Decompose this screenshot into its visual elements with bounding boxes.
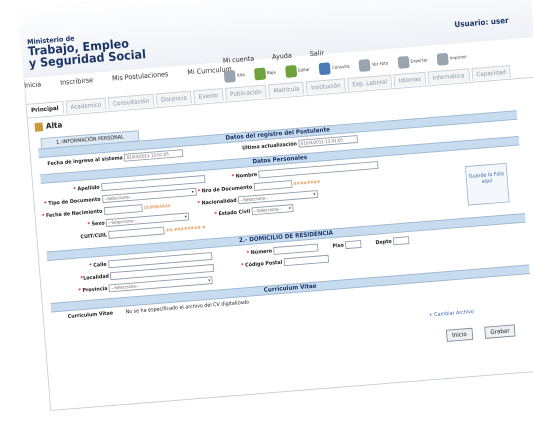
apellido-label: Apellido: [77, 184, 100, 193]
tool-alta[interactable]: Alta: [223, 69, 246, 83]
tipo-doc-label: Tipo de Documento: [47, 196, 101, 207]
print-icon: [436, 52, 449, 66]
delete-icon: [253, 67, 266, 81]
photo-icon: [358, 59, 371, 72]
nacionalidad-label: Nacionalidad: [201, 197, 237, 207]
cambiar-archivo-link[interactable]: + Cambiar Archivo: [429, 309, 475, 319]
nombre-label: Nombre: [235, 171, 258, 180]
actualizacion-field: 01/03/2011 13:01:05: [298, 135, 358, 148]
cuit-hint: ##-########-#: [165, 225, 206, 234]
export-icon: [397, 55, 410, 69]
tool-consulta[interactable]: Consulta: [318, 61, 350, 76]
numero-label: Número: [250, 248, 273, 256]
ingreso-label: Fecha de ingreso al sistema: [47, 154, 123, 167]
inicio-button[interactable]: Inicio: [445, 327, 473, 342]
codigo-postal-input[interactable]: [283, 254, 329, 267]
edit-icon: [284, 65, 297, 78]
app-window: Ministerio de Trabajo, Empleo y Segurida…: [18, 0, 533, 411]
menu-ayuda[interactable]: Ayuda: [272, 52, 292, 61]
menu-inscribirse[interactable]: Inscribirse: [60, 76, 93, 86]
nacionalidad-select[interactable]: --Seleccione--: [237, 190, 319, 205]
cuit-input[interactable]: [108, 226, 165, 239]
fecha-nac-input[interactable]: [103, 204, 143, 216]
add-icon: [223, 69, 236, 83]
tool-imprimir[interactable]: Imprimir: [436, 51, 468, 66]
cuit-label: CUIT/CUIL: [80, 232, 108, 241]
piso-label: Piso: [332, 242, 345, 250]
numero-input[interactable]: [273, 243, 319, 255]
nro-doc-label: Nro de Documento: [201, 184, 253, 195]
codigo-postal-label: Código Postal: [244, 259, 283, 269]
tool-baja[interactable]: Baja: [253, 67, 276, 81]
ingreso-field: 01/03/2011 13:01:05: [123, 149, 184, 162]
tool-ver-foto[interactable]: Ver Foto: [358, 58, 389, 72]
calle-label: Calle: [93, 261, 107, 269]
estado-civil-label: Estado Civil: [218, 208, 251, 218]
fecha-nac-label: Fecha de Nacimiento: [45, 208, 103, 219]
form-panel: Alta 1.-INFORMACIÓN PERSONAL Datos del r…: [26, 76, 533, 411]
curriculum-label: Curriculum Vitae: [67, 310, 114, 320]
depto-label: Depto: [375, 238, 392, 246]
grabar-button[interactable]: Grabar: [484, 324, 516, 339]
actualizacion-label: Última actualización: [241, 140, 298, 152]
nro-doc-input[interactable]: [253, 180, 293, 191]
pencil-icon: [34, 122, 44, 132]
tab-evento[interactable]: Evento: [193, 88, 224, 104]
user-label: Usuario: user: [454, 16, 509, 30]
tool-editar[interactable]: Editar: [284, 64, 311, 78]
screenshot-stage: Ministerio de Trabajo, Empleo y Segurida…: [0, 0, 533, 424]
menu-inicio[interactable]: Inicia: [24, 80, 42, 89]
page-title: Alta: [34, 121, 63, 132]
nro-doc-hint: ########: [293, 179, 321, 187]
piso-input[interactable]: [345, 240, 362, 250]
search-icon: [318, 62, 332, 76]
fecha-hint: DD/MM/AAAA: [143, 203, 171, 211]
photo-upload[interactable]: Guarde la Foto aquí: [464, 162, 510, 206]
depto-input[interactable]: [392, 236, 410, 246]
tool-exportar[interactable]: Exportar: [397, 54, 428, 69]
localidad-label: Localidad: [82, 273, 110, 282]
estado-civil-select[interactable]: --Seleccione--: [251, 204, 294, 216]
provincia-label: Provincia: [82, 285, 108, 294]
menu-salir[interactable]: Salir: [310, 49, 325, 58]
sexo-label: Sexo: [91, 220, 105, 228]
